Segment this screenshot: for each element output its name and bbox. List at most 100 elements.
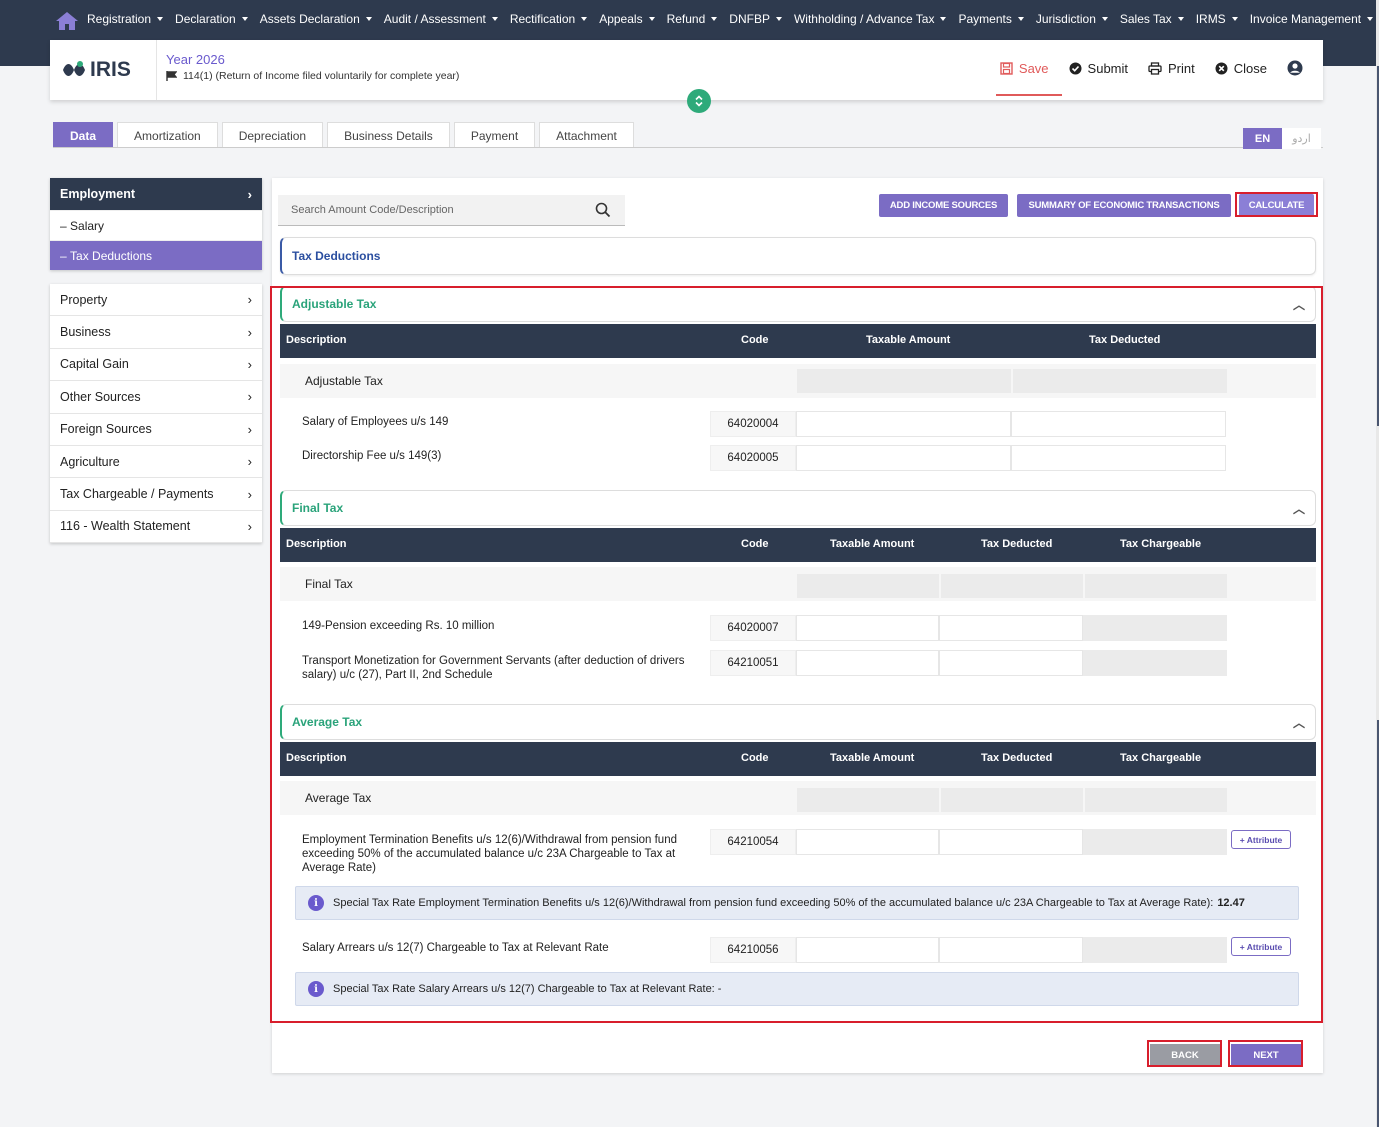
sidebar-item-tax-chargeable-payments[interactable]: Tax Chargeable / Payments › (50, 478, 262, 511)
flag-icon (166, 71, 177, 81)
code-cell: 64020007 (710, 615, 796, 641)
caret-down-icon (775, 17, 782, 21)
adjustable-tax-section-header[interactable]: Adjustable Tax ︿ (280, 286, 1316, 322)
taxable-amount-input[interactable] (796, 829, 939, 855)
tab-amortization[interactable]: Amortization (117, 122, 218, 148)
nav-item-registration[interactable]: Registration (87, 12, 164, 26)
sidebar-item-capital-gain[interactable]: Capital Gain › (50, 349, 262, 382)
attribute-button[interactable]: + Attribute (1231, 937, 1291, 956)
save-active-indicator (996, 94, 1062, 96)
lang-en-button[interactable]: EN (1243, 128, 1282, 149)
chevron-right-icon: › (247, 518, 252, 534)
sidebar-sub-tax-deductions[interactable]: – Tax Deductions (50, 240, 262, 270)
taxable-amount-input[interactable] (796, 615, 939, 641)
section-tabs: Data Amortization Depreciation Business Det… (53, 122, 638, 148)
nav-item-audit-assessment[interactable]: Audit / Assessment (384, 12, 498, 26)
average-tax-section-header[interactable]: Average Tax ︿ (280, 704, 1316, 740)
main-panel: ADD INCOME SOURCES SUMMARY OF ECONOMIC T… (270, 178, 1323, 1073)
nav-item-rectification[interactable]: Rectification (510, 12, 588, 26)
save-button[interactable]: Save (1000, 61, 1049, 76)
final-tax-group-row: Final Tax (280, 567, 1316, 601)
calculate-button[interactable]: CALCULATE (1239, 194, 1314, 217)
sidebar-item-116-wealth-statement[interactable]: 116 - Wealth Statement › (50, 511, 262, 544)
return-header: IRIS Year 2026 114(1) (Return of Income … (50, 40, 1323, 100)
taxable-amount-input[interactable] (796, 445, 1011, 471)
sidebar-item-business[interactable]: Business › (50, 316, 262, 349)
row-employment-termination-benefits: Employment Termination Benefits u/s 12(6… (302, 834, 677, 874)
chevron-right-icon: › (247, 356, 252, 372)
caret-down-icon (1017, 17, 1024, 21)
row-salary-of-employees: Salary of Employees u/s 149 (302, 416, 449, 428)
tax-deducted-input[interactable] (1011, 411, 1226, 437)
tax-deducted-input[interactable] (939, 937, 1083, 963)
lang-ur-button[interactable]: اردو (1282, 128, 1321, 149)
add-income-sources-button[interactable]: ADD INCOME SOURCES (879, 194, 1008, 217)
sidebar-item-property[interactable]: Property › (50, 284, 262, 317)
row-directorship-fee: Directorship Fee u/s 149(3) (302, 450, 442, 462)
search-input[interactable] (291, 204, 581, 216)
search-icon[interactable] (595, 202, 611, 218)
nav-item-appeals[interactable]: Appeals (599, 12, 655, 26)
nav-item-dnfbp[interactable]: DNFBP (729, 12, 782, 26)
back-button[interactable]: BACK (1150, 1044, 1220, 1066)
taxable-amount-input[interactable] (796, 411, 1011, 437)
sidebar-sub-salary[interactable]: – Salary (50, 210, 262, 240)
nav-item-declaration[interactable]: Declaration (175, 12, 248, 26)
taxable-amount-input[interactable] (796, 650, 939, 676)
caret-down-icon (581, 17, 588, 21)
header-collapse-toggle[interactable] (687, 89, 711, 113)
taxable-amount-input[interactable] (796, 937, 939, 963)
main-menu: Registration Declaration Assets Declaratio… (87, 12, 1379, 26)
tax-deducted-input[interactable] (939, 829, 1083, 855)
tax-year: Year 2026 (166, 52, 225, 67)
nav-item-payments[interactable]: Payments (958, 12, 1024, 26)
nav-item-withholding-advance-tax[interactable]: Withholding / Advance Tax (794, 12, 947, 26)
special-rate-info-termination: i Special Tax Rate Employment Terminatio… (295, 886, 1299, 920)
tab-business-details[interactable]: Business Details (327, 122, 450, 148)
return-type: 114(1) (Return of Income filed voluntari… (166, 70, 459, 82)
tax-deducted-input[interactable] (939, 650, 1083, 676)
user-profile-icon[interactable] (1287, 60, 1303, 76)
final-tax-table-header: Description Code Taxable Amount Tax Dedu… (280, 528, 1316, 562)
nav-item-sales-tax[interactable]: Sales Tax (1120, 12, 1184, 26)
sidebar-item-other-sources[interactable]: Other Sources › (50, 381, 262, 414)
sidebar-item-agriculture[interactable]: Agriculture › (50, 446, 262, 479)
tax-chargeable-field (1083, 829, 1227, 855)
expand-collapse-icon (695, 95, 703, 107)
summary-economic-transactions-button[interactable]: SUMMARY OF ECONOMIC TRANSACTIONS (1017, 194, 1231, 217)
chevron-right-icon: › (247, 486, 252, 502)
chevron-right-icon: › (247, 324, 252, 340)
final-tax-section-header[interactable]: Final Tax ︿ (280, 490, 1316, 526)
code-cell: 64020005 (710, 445, 796, 471)
sidebar-item-employment[interactable]: Employment › (50, 178, 262, 210)
iris-logo: IRIS (63, 58, 131, 81)
caret-down-icon (1367, 17, 1374, 21)
print-button[interactable]: Print (1148, 61, 1195, 76)
caret-down-icon (157, 17, 164, 21)
nav-item-jurisdiction[interactable]: Jurisdiction (1036, 12, 1108, 26)
tab-attachment[interactable]: Attachment (539, 122, 634, 148)
caret-down-icon (365, 17, 372, 21)
svg-text:IRIS: IRIS (90, 58, 131, 81)
adjustable-tax-table-header: Description Code Taxable Amount Tax Dedu… (280, 324, 1316, 358)
nav-item-refund[interactable]: Refund (667, 12, 718, 26)
save-icon (1000, 61, 1013, 75)
submit-button[interactable]: Submit (1069, 61, 1128, 76)
chevron-right-icon: › (247, 421, 252, 437)
close-circle-icon (1215, 62, 1228, 74)
nav-item-irms[interactable]: IRMS (1196, 12, 1238, 26)
close-button[interactable]: Close (1215, 61, 1267, 76)
next-button[interactable]: NEXT (1231, 1044, 1301, 1066)
nav-item-assets-declaration[interactable]: Assets Declaration (260, 12, 372, 26)
tab-depreciation[interactable]: Depreciation (221, 122, 324, 148)
code-cell: 64210054 (710, 829, 796, 855)
nav-item-invoice-management[interactable]: Invoice Management (1250, 12, 1374, 26)
attribute-button[interactable]: + Attribute (1231, 830, 1291, 849)
language-switch: EN اردو (1243, 128, 1321, 149)
tax-deducted-input[interactable] (939, 615, 1083, 641)
sidebar-item-foreign-sources[interactable]: Foreign Sources › (50, 414, 262, 446)
tab-payment[interactable]: Payment (453, 122, 536, 148)
tab-data[interactable]: Data (53, 122, 114, 148)
tax-deducted-input[interactable] (1011, 445, 1226, 471)
caret-down-icon (1101, 17, 1108, 21)
